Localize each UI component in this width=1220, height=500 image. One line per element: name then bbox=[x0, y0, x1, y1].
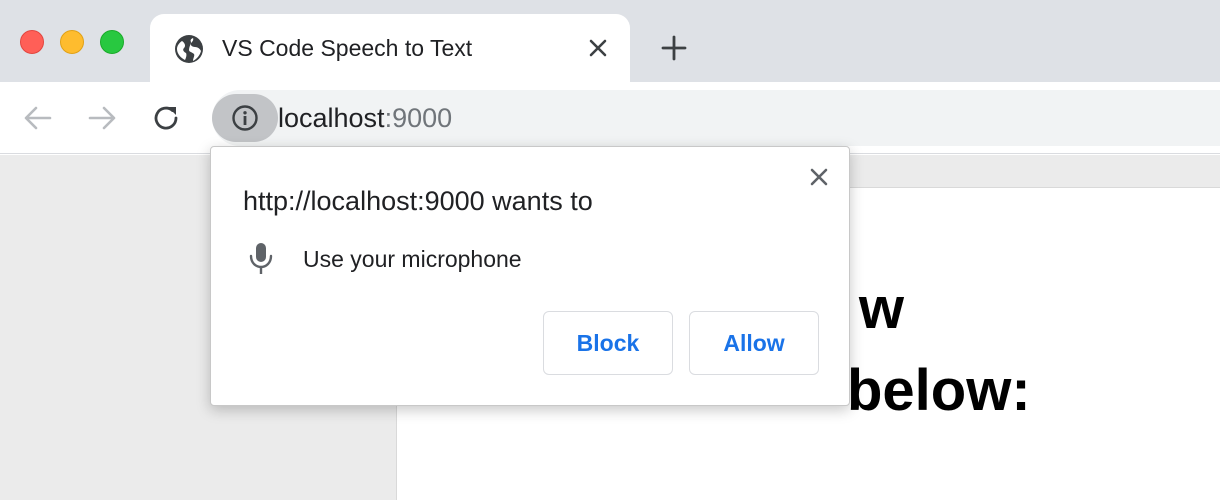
browser-tab[interactable]: VS Code Speech to Text bbox=[150, 14, 630, 82]
block-button[interactable]: Block bbox=[543, 311, 673, 375]
browser-toolbar: localhost:9000 bbox=[0, 82, 1220, 154]
address-bar[interactable]: localhost:9000 bbox=[212, 90, 1220, 146]
window-close-button[interactable] bbox=[20, 30, 44, 54]
url-host: localhost bbox=[278, 103, 385, 133]
close-tab-icon[interactable] bbox=[586, 36, 610, 60]
tab-bar: VS Code Speech to Text bbox=[0, 0, 1220, 82]
url-port: :9000 bbox=[384, 103, 453, 133]
tab-title: VS Code Speech to Text bbox=[222, 35, 473, 61]
permission-popup: http://localhost:9000 wants to Use your … bbox=[210, 146, 850, 406]
allow-button[interactable]: Allow bbox=[689, 311, 819, 375]
microphone-icon bbox=[249, 243, 273, 274]
permission-title: http://localhost:9000 wants to bbox=[243, 186, 593, 216]
forward-arrow-icon[interactable] bbox=[86, 102, 118, 134]
reload-icon[interactable] bbox=[150, 102, 182, 134]
new-tab-icon[interactable] bbox=[660, 34, 688, 62]
back-arrow-icon[interactable] bbox=[22, 102, 54, 134]
permission-item-label: Use your microphone bbox=[303, 246, 522, 272]
close-popup-icon[interactable] bbox=[807, 165, 831, 189]
site-info-button[interactable] bbox=[212, 94, 278, 142]
globe-icon bbox=[175, 35, 203, 63]
info-icon bbox=[232, 105, 258, 131]
window-minimize-button[interactable] bbox=[60, 30, 84, 54]
url-text: localhost:9000 bbox=[278, 103, 452, 133]
window-maximize-button[interactable] bbox=[100, 30, 124, 54]
